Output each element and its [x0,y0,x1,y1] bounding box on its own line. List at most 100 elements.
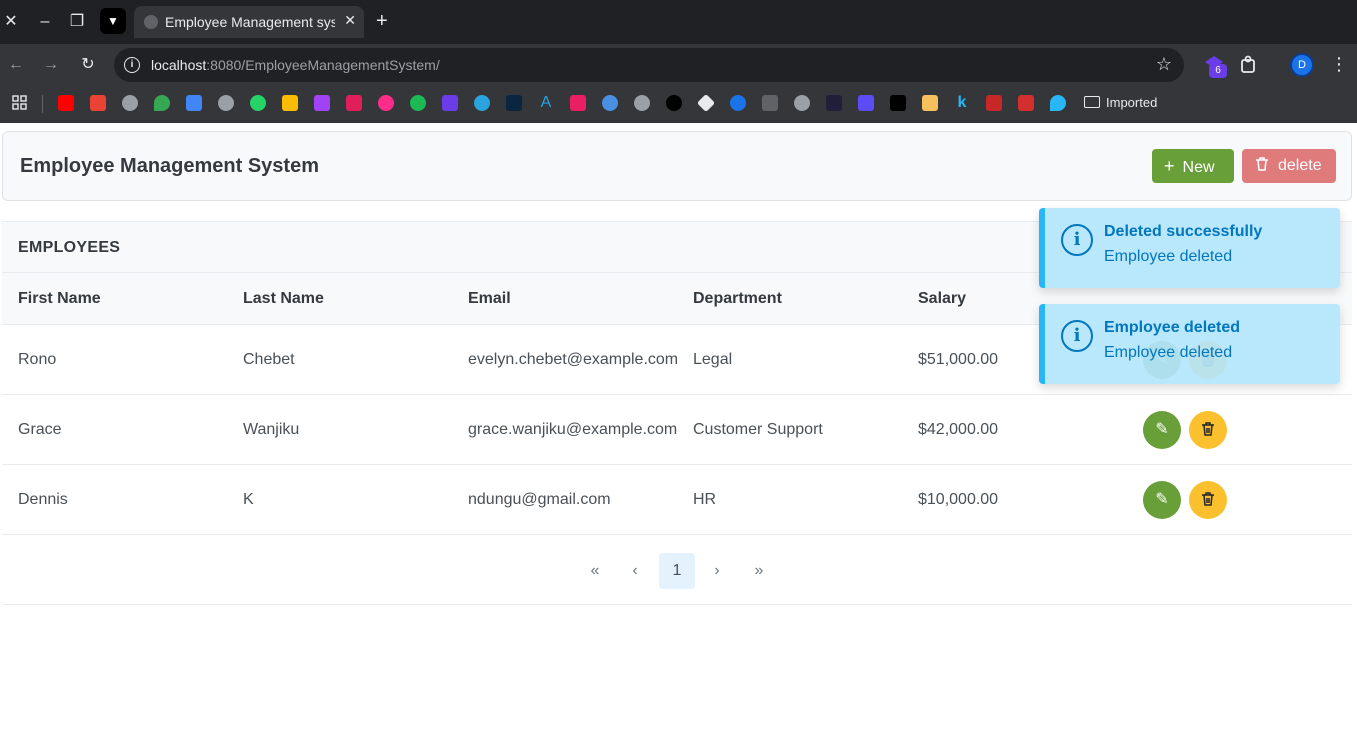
toast-detail: Employee deleted [1104,344,1233,361]
app-icon[interactable] [1018,95,1034,111]
paginator: « ‹ 1 › » [2,535,1352,605]
toast-summary: Deleted successfully [1104,223,1263,240]
cell-salary: $10,000.00 [918,491,999,508]
address-bar[interactable]: i localhost:8080/EmployeeManagementSyste… [114,48,1184,82]
reload-icon[interactable]: ↻ [77,54,99,76]
trash-icon [1256,157,1268,171]
header-department[interactable]: Department [693,290,782,308]
url-text: localhost:8080/EmployeeManagementSystem/ [151,57,440,73]
first-page-icon[interactable]: « [577,553,613,589]
new-employee-button[interactable]: + New [1152,149,1234,183]
page-title: Employee Management System [20,155,319,177]
url-path: :8080/EmployeeManagementSystem/ [206,57,440,73]
toast-detail: Employee deleted [1104,248,1233,265]
header-email[interactable]: Email [468,290,511,308]
close-window-icon[interactable]: ✕ [0,11,22,33]
tab-close-icon[interactable]: ✕ [344,12,356,29]
table-caption-text: EMPLOYEES [18,239,121,256]
tab-strip: ✕ – ❐ ▼ Employee Management sys ✕ + [0,0,1357,44]
app-icon[interactable] [666,95,682,111]
delete-row-button[interactable] [1189,411,1227,449]
app-icon[interactable] [442,95,458,111]
spotify-icon[interactable] [410,95,426,111]
header-first-name[interactable]: First Name [18,290,101,308]
previous-page-icon[interactable]: ‹ [617,553,653,589]
app-icon[interactable] [696,93,716,113]
plus-icon: + [1164,156,1175,176]
app-icon[interactable] [506,95,522,111]
minimize-icon[interactable]: – [34,11,56,33]
app-icon[interactable] [1050,95,1066,111]
toast-message[interactable]: i Employee deleted Employee deleted [1039,304,1340,384]
app-icon[interactable] [378,95,394,111]
globe-icon[interactable] [634,95,650,111]
app-icon[interactable] [986,95,1002,111]
extension-badge: 6 [1209,64,1227,78]
calendar-icon[interactable] [314,95,330,111]
trash-icon [1202,422,1214,436]
gmail-icon[interactable] [90,95,106,111]
puzzle-extensions-icon[interactable] [1238,54,1260,76]
bookmarks-divider [42,95,43,113]
globe-icon[interactable] [218,95,234,111]
app-icon[interactable] [762,95,778,111]
app-icon[interactable] [922,95,938,111]
forward-icon[interactable]: → [40,54,62,76]
bookmarks-folder-label: Imported [1106,95,1158,110]
page-number[interactable]: 1 [659,553,695,589]
tab-employee-management[interactable]: Employee Management sys ✕ [134,6,364,38]
tab-title: Employee Management sys [165,14,335,30]
globe-icon[interactable] [794,95,810,111]
apps-grid-icon[interactable] [12,95,28,111]
toast-message[interactable]: i Deleted successfully Employee deleted [1039,208,1340,288]
app-icon[interactable] [730,95,746,111]
profile-avatar[interactable]: D [1290,53,1314,77]
youtube-icon[interactable] [58,95,74,111]
cell-email: ndungu@gmail.com [468,491,611,508]
app-icon[interactable] [826,95,842,111]
browser-chrome: ✕ – ❐ ▼ Employee Management sys ✕ + ← → … [0,0,1357,123]
bookmark-star-icon[interactable]: ☆ [1156,54,1172,75]
new-tab-icon[interactable]: + [376,10,388,33]
cell-email: grace.wanjiku@example.com [468,421,678,438]
bookmarks-folder-imported[interactable]: Imported [1084,95,1157,110]
drive-icon[interactable] [282,95,298,111]
globe-icon [144,15,158,29]
next-page-icon[interactable]: › [699,553,735,589]
app-icon[interactable] [858,95,874,111]
maps-icon[interactable] [154,95,170,111]
last-page-icon[interactable]: » [741,553,777,589]
app-icon[interactable]: k [954,95,970,111]
app-icon[interactable] [602,95,618,111]
cell-last-name: Wanjiku [243,421,300,438]
whatsapp-icon[interactable] [250,95,266,111]
delete-row-button[interactable] [1189,481,1227,519]
edit-button[interactable]: ✎ [1143,481,1181,519]
app-icon[interactable]: A [538,95,554,111]
app-icon[interactable] [570,95,586,111]
cell-first-name: Grace [18,421,62,438]
header-last-name[interactable]: Last Name [243,290,324,308]
table-row: Grace Wanjiku grace.wanjiku@example.com … [2,395,1352,465]
app-header: Employee Management System + New delete [2,131,1352,201]
pencil-icon: ✎ [1155,421,1169,438]
info-icon: i [1061,224,1093,256]
medium-icon[interactable] [890,95,906,111]
tab-search-icon[interactable]: ▼ [100,8,126,34]
site-info-icon[interactable]: i [124,57,140,73]
translate-icon[interactable] [186,95,202,111]
edit-button[interactable]: ✎ [1143,411,1181,449]
browser-menu-icon[interactable]: ⋮ [1330,54,1348,75]
globe-icon[interactable] [122,95,138,111]
cell-salary: $51,000.00 [918,351,999,368]
delete-selected-button[interactable]: delete [1242,149,1336,183]
header-salary[interactable]: Salary [918,290,966,308]
back-icon[interactable]: ← [5,54,27,76]
restore-icon[interactable]: ❐ [66,11,88,33]
trash-icon [1202,492,1214,506]
delete-button-label: delete [1278,157,1322,174]
cell-department: Legal [693,351,733,368]
telegram-icon[interactable] [474,95,490,111]
cell-department: Customer Support [693,421,823,438]
slack-icon[interactable] [346,95,362,111]
